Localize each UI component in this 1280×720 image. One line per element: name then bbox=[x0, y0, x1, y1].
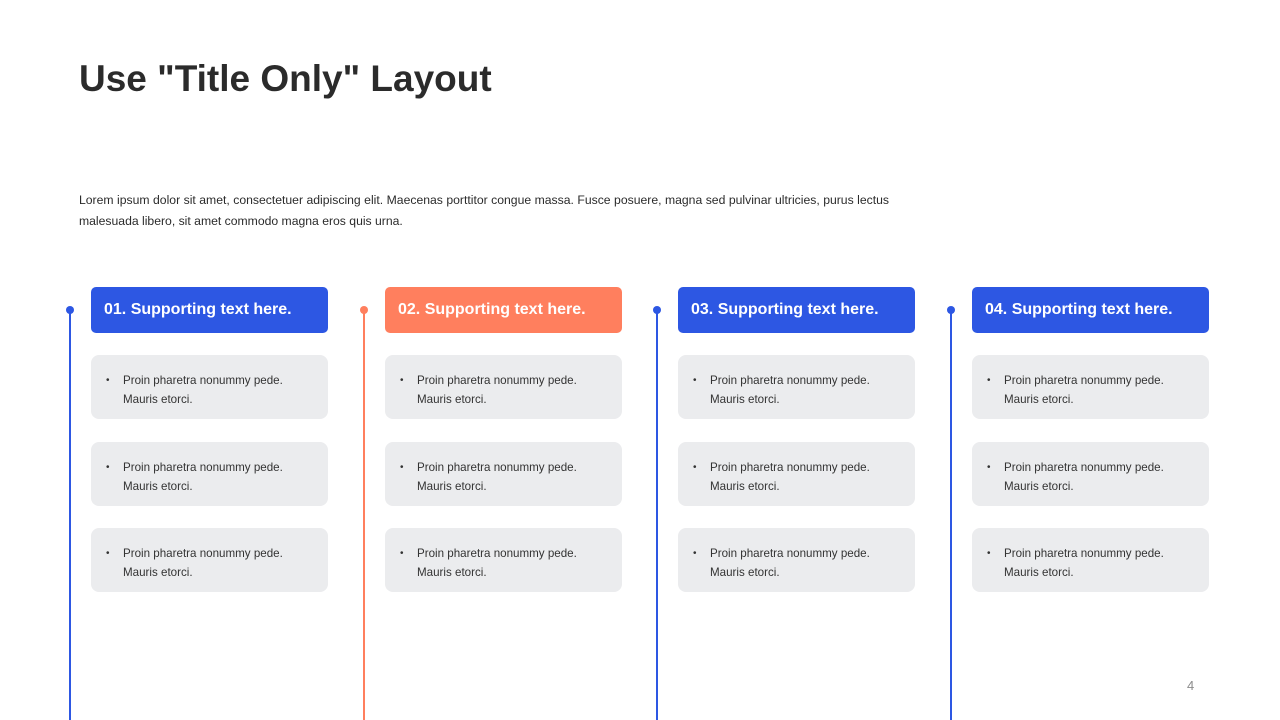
column-header: 01. Supporting text here. bbox=[91, 287, 328, 333]
bullet-text: Proin pharetra nonummy pede. Mauris etor… bbox=[417, 374, 577, 406]
bullet-dot-icon: • bbox=[693, 462, 697, 473]
bullet-dot-icon: • bbox=[693, 375, 697, 386]
timeline-dot bbox=[947, 306, 955, 314]
bullet-card: • Proin pharetra nonummy pede. Mauris et… bbox=[91, 355, 328, 419]
timeline-line bbox=[363, 310, 365, 720]
bullet-text: Proin pharetra nonummy pede. Mauris etor… bbox=[1004, 547, 1164, 579]
bullet-text: Proin pharetra nonummy pede. Mauris etor… bbox=[710, 461, 870, 493]
bullet-text: Proin pharetra nonummy pede. Mauris etor… bbox=[123, 547, 283, 579]
bullet-dot-icon: • bbox=[106, 462, 110, 473]
bullet-card: • Proin pharetra nonummy pede. Mauris et… bbox=[385, 442, 622, 506]
bullet-text: Proin pharetra nonummy pede. Mauris etor… bbox=[1004, 461, 1164, 493]
bullet-text: Proin pharetra nonummy pede. Mauris etor… bbox=[123, 374, 283, 406]
timeline-dot bbox=[66, 306, 74, 314]
column-header: 02. Supporting text here. bbox=[385, 287, 622, 333]
bullet-card: • Proin pharetra nonummy pede. Mauris et… bbox=[91, 528, 328, 592]
bullet-card: • Proin pharetra nonummy pede. Mauris et… bbox=[678, 442, 915, 506]
bullet-text: Proin pharetra nonummy pede. Mauris etor… bbox=[710, 547, 870, 579]
bullet-text: Proin pharetra nonummy pede. Mauris etor… bbox=[417, 547, 577, 579]
timeline-dot bbox=[360, 306, 368, 314]
slide-title: Use "Title Only" Layout bbox=[79, 58, 492, 99]
bullet-card: • Proin pharetra nonummy pede. Mauris et… bbox=[91, 442, 328, 506]
bullet-card: • Proin pharetra nonummy pede. Mauris et… bbox=[972, 528, 1209, 592]
timeline-dot bbox=[653, 306, 661, 314]
bullet-text: Proin pharetra nonummy pede. Mauris etor… bbox=[123, 461, 283, 493]
column-3: 03. Supporting text here. • Proin pharet… bbox=[653, 287, 915, 720]
bullet-card: • Proin pharetra nonummy pede. Mauris et… bbox=[678, 355, 915, 419]
bullet-dot-icon: • bbox=[987, 375, 991, 386]
bullet-dot-icon: • bbox=[106, 548, 110, 559]
column-header: 03. Supporting text here. bbox=[678, 287, 915, 333]
bullet-text: Proin pharetra nonummy pede. Mauris etor… bbox=[1004, 374, 1164, 406]
bullet-card: • Proin pharetra nonummy pede. Mauris et… bbox=[972, 442, 1209, 506]
bullet-dot-icon: • bbox=[987, 548, 991, 559]
column-2: 02. Supporting text here. • Proin pharet… bbox=[360, 287, 622, 720]
intro-paragraph: Lorem ipsum dolor sit amet, consectetuer… bbox=[79, 193, 889, 228]
slide: Use "Title Only" Layout Lorem ipsum dolo… bbox=[0, 0, 1280, 720]
bullet-text: Proin pharetra nonummy pede. Mauris etor… bbox=[710, 374, 870, 406]
bullet-dot-icon: • bbox=[400, 462, 404, 473]
timeline-line bbox=[656, 310, 658, 720]
column-header: 04. Supporting text here. bbox=[972, 287, 1209, 333]
column-4: 04. Supporting text here. • Proin pharet… bbox=[947, 287, 1209, 720]
column-1: 01. Supporting text here. • Proin pharet… bbox=[66, 287, 328, 720]
timeline-line bbox=[69, 310, 71, 720]
bullet-dot-icon: • bbox=[693, 548, 697, 559]
timeline-line bbox=[950, 310, 952, 720]
bullet-card: • Proin pharetra nonummy pede. Mauris et… bbox=[678, 528, 915, 592]
bullet-dot-icon: • bbox=[987, 462, 991, 473]
bullet-card: • Proin pharetra nonummy pede. Mauris et… bbox=[972, 355, 1209, 419]
page-number: 4 bbox=[1187, 678, 1195, 693]
bullet-dot-icon: • bbox=[106, 375, 110, 386]
bullet-text: Proin pharetra nonummy pede. Mauris etor… bbox=[417, 461, 577, 493]
bullet-dot-icon: • bbox=[400, 548, 404, 559]
bullet-dot-icon: • bbox=[400, 375, 404, 386]
bullet-card: • Proin pharetra nonummy pede. Mauris et… bbox=[385, 355, 622, 419]
bullet-card: • Proin pharetra nonummy pede. Mauris et… bbox=[385, 528, 622, 592]
